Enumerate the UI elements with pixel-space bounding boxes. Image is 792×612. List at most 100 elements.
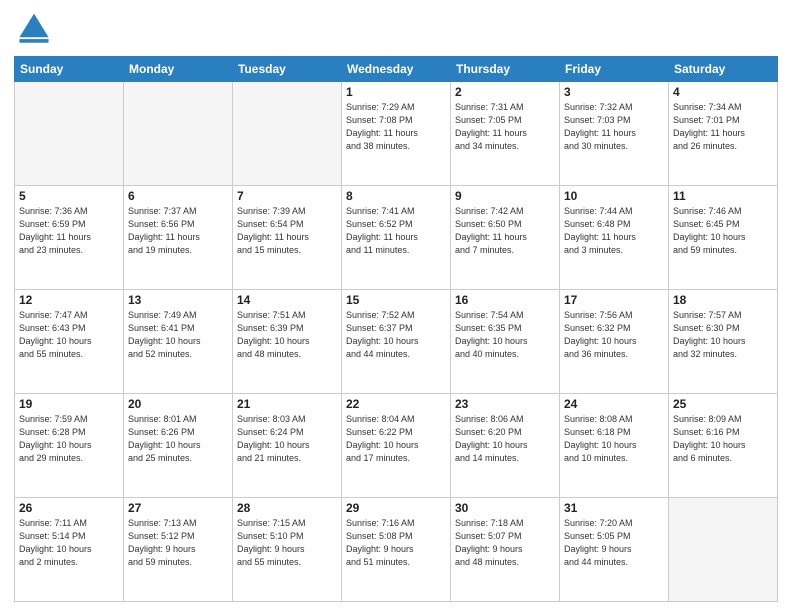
day-number: 31: [564, 501, 664, 515]
table-row: 1 Sunrise: 7:29 AM Sunset: 7:08 PM Daylig…: [342, 82, 451, 186]
day-info: Sunrise: 7:37 AM Sunset: 6:56 PM Dayligh…: [128, 205, 228, 257]
table-row: 9 Sunrise: 7:42 AM Sunset: 6:50 PM Daylig…: [451, 186, 560, 290]
table-row: [124, 82, 233, 186]
day-info: Sunrise: 7:49 AM Sunset: 6:41 PM Dayligh…: [128, 309, 228, 361]
table-row: 15Sunrise: 7:52 AM Sunset: 6:37 PM Dayli…: [342, 290, 451, 394]
day-info: Sunrise: 8:04 AM Sunset: 6:22 PM Dayligh…: [346, 413, 446, 465]
day-number: 13: [128, 293, 228, 307]
day-info: Sunrise: 8:09 AM Sunset: 6:16 PM Dayligh…: [673, 413, 773, 465]
day-number: 17: [564, 293, 664, 307]
day-number: 15: [346, 293, 446, 307]
day-number: 11: [673, 189, 773, 203]
table-row: 5Sunrise: 7:36 AM Sunset: 6:59 PM Daylig…: [15, 186, 124, 290]
day-info: Sunrise: 7:11 AM Sunset: 5:14 PM Dayligh…: [19, 517, 119, 569]
table-row: 16 Sunrise: 7:54 AM Sunset: 6:35 PM Dayli…: [451, 290, 560, 394]
calendar-table: Sunday Monday Tuesday Wednesday Thursday…: [14, 56, 778, 602]
page: Sunday Monday Tuesday Wednesday Thursday…: [0, 0, 792, 612]
day-info: Sunrise: 8:01 AM Sunset: 6:26 PM Dayligh…: [128, 413, 228, 465]
table-row: 22Sunrise: 8:04 AM Sunset: 6:22 PM Dayli…: [342, 394, 451, 498]
day-number: 12: [19, 293, 119, 307]
day-info: Sunrise: 7:59 AM Sunset: 6:28 PM Dayligh…: [19, 413, 119, 465]
calendar-week-row: 5Sunrise: 7:36 AM Sunset: 6:59 PM Daylig…: [15, 186, 778, 290]
table-row: 20 Sunrise: 8:01 AM Sunset: 6:26 PM Dayli…: [124, 394, 233, 498]
table-row: 12 Sunrise: 7:47 AM Sunset: 6:43 PM Dayli…: [15, 290, 124, 394]
table-row: 21Sunrise: 8:03 AM Sunset: 6:24 PM Dayli…: [233, 394, 342, 498]
table-row: [15, 82, 124, 186]
day-info: Sunrise: 7:18 AM Sunset: 5:07 PM Dayligh…: [455, 517, 555, 569]
day-number: 25: [673, 397, 773, 411]
day-number: 7: [237, 189, 337, 203]
calendar-week-row: 26 Sunrise: 7:11 AM Sunset: 5:14 PM Dayli…: [15, 498, 778, 602]
day-number: 20: [128, 397, 228, 411]
day-number: 18: [673, 293, 773, 307]
day-number: 28: [237, 501, 337, 515]
day-info: Sunrise: 7:34 AM Sunset: 7:01 PM Dayligh…: [673, 101, 773, 153]
table-row: [233, 82, 342, 186]
table-row: [669, 498, 778, 602]
day-info: Sunrise: 7:39 AM Sunset: 6:54 PM Dayligh…: [237, 205, 337, 257]
table-row: 31 Sunrise: 7:20 AM Sunset: 5:05 PM Dayli…: [560, 498, 669, 602]
day-number: 9: [455, 189, 555, 203]
day-number: 4: [673, 85, 773, 99]
day-number: 2: [455, 85, 555, 99]
table-row: 17 Sunrise: 7:56 AM Sunset: 6:32 PM Dayli…: [560, 290, 669, 394]
table-row: 13 Sunrise: 7:49 AM Sunset: 6:41 PM Dayli…: [124, 290, 233, 394]
table-row: 4 Sunrise: 7:34 AM Sunset: 7:01 PM Daylig…: [669, 82, 778, 186]
table-row: 27 Sunrise: 7:13 AM Sunset: 5:12 PM Dayli…: [124, 498, 233, 602]
table-row: 7 Sunrise: 7:39 AM Sunset: 6:54 PM Daylig…: [233, 186, 342, 290]
day-info: Sunrise: 7:44 AM Sunset: 6:48 PM Dayligh…: [564, 205, 664, 257]
table-row: 18 Sunrise: 7:57 AM Sunset: 6:30 PM Dayli…: [669, 290, 778, 394]
calendar-week-row: 19 Sunrise: 7:59 AM Sunset: 6:28 PM Dayli…: [15, 394, 778, 498]
day-number: 16: [455, 293, 555, 307]
day-info: Sunrise: 7:16 AM Sunset: 5:08 PM Dayligh…: [346, 517, 446, 569]
day-info: Sunrise: 8:08 AM Sunset: 6:18 PM Dayligh…: [564, 413, 664, 465]
day-number: 23: [455, 397, 555, 411]
calendar-header-row: Sunday Monday Tuesday Wednesday Thursday…: [15, 57, 778, 82]
col-friday: Friday: [560, 57, 669, 82]
day-info: Sunrise: 7:51 AM Sunset: 6:39 PM Dayligh…: [237, 309, 337, 361]
day-number: 14: [237, 293, 337, 307]
day-info: Sunrise: 7:15 AM Sunset: 5:10 PM Dayligh…: [237, 517, 337, 569]
day-number: 3: [564, 85, 664, 99]
table-row: 24Sunrise: 8:08 AM Sunset: 6:18 PM Dayli…: [560, 394, 669, 498]
table-row: 10 Sunrise: 7:44 AM Sunset: 6:48 PM Dayli…: [560, 186, 669, 290]
day-number: 6: [128, 189, 228, 203]
table-row: 25 Sunrise: 8:09 AM Sunset: 6:16 PM Dayli…: [669, 394, 778, 498]
col-thursday: Thursday: [451, 57, 560, 82]
table-row: 14 Sunrise: 7:51 AM Sunset: 6:39 PM Dayli…: [233, 290, 342, 394]
table-row: 23 Sunrise: 8:06 AM Sunset: 6:20 PM Dayli…: [451, 394, 560, 498]
col-wednesday: Wednesday: [342, 57, 451, 82]
day-info: Sunrise: 7:32 AM Sunset: 7:03 PM Dayligh…: [564, 101, 664, 153]
day-number: 10: [564, 189, 664, 203]
day-info: Sunrise: 7:42 AM Sunset: 6:50 PM Dayligh…: [455, 205, 555, 257]
day-info: Sunrise: 7:41 AM Sunset: 6:52 PM Dayligh…: [346, 205, 446, 257]
logo-icon: [14, 10, 54, 50]
day-info: Sunrise: 7:46 AM Sunset: 6:45 PM Dayligh…: [673, 205, 773, 257]
day-info: Sunrise: 8:06 AM Sunset: 6:20 PM Dayligh…: [455, 413, 555, 465]
table-row: 19 Sunrise: 7:59 AM Sunset: 6:28 PM Dayli…: [15, 394, 124, 498]
day-info: Sunrise: 7:56 AM Sunset: 6:32 PM Dayligh…: [564, 309, 664, 361]
col-sunday: Sunday: [15, 57, 124, 82]
day-info: Sunrise: 7:36 AM Sunset: 6:59 PM Dayligh…: [19, 205, 119, 257]
table-row: 6 Sunrise: 7:37 AM Sunset: 6:56 PM Daylig…: [124, 186, 233, 290]
day-number: 27: [128, 501, 228, 515]
col-tuesday: Tuesday: [233, 57, 342, 82]
table-row: 26 Sunrise: 7:11 AM Sunset: 5:14 PM Dayli…: [15, 498, 124, 602]
logo: [14, 10, 58, 50]
table-row: 30Sunrise: 7:18 AM Sunset: 5:07 PM Dayli…: [451, 498, 560, 602]
calendar-week-row: 1 Sunrise: 7:29 AM Sunset: 7:08 PM Daylig…: [15, 82, 778, 186]
day-info: Sunrise: 7:47 AM Sunset: 6:43 PM Dayligh…: [19, 309, 119, 361]
day-number: 29: [346, 501, 446, 515]
day-number: 1: [346, 85, 446, 99]
day-info: Sunrise: 7:54 AM Sunset: 6:35 PM Dayligh…: [455, 309, 555, 361]
day-info: Sunrise: 7:13 AM Sunset: 5:12 PM Dayligh…: [128, 517, 228, 569]
table-row: 3 Sunrise: 7:32 AM Sunset: 7:03 PM Daylig…: [560, 82, 669, 186]
day-number: 26: [19, 501, 119, 515]
day-number: 8: [346, 189, 446, 203]
day-number: 19: [19, 397, 119, 411]
calendar-week-row: 12 Sunrise: 7:47 AM Sunset: 6:43 PM Dayli…: [15, 290, 778, 394]
day-number: 21: [237, 397, 337, 411]
day-info: Sunrise: 7:29 AM Sunset: 7:08 PM Dayligh…: [346, 101, 446, 153]
day-info: Sunrise: 7:57 AM Sunset: 6:30 PM Dayligh…: [673, 309, 773, 361]
day-info: Sunrise: 7:20 AM Sunset: 5:05 PM Dayligh…: [564, 517, 664, 569]
